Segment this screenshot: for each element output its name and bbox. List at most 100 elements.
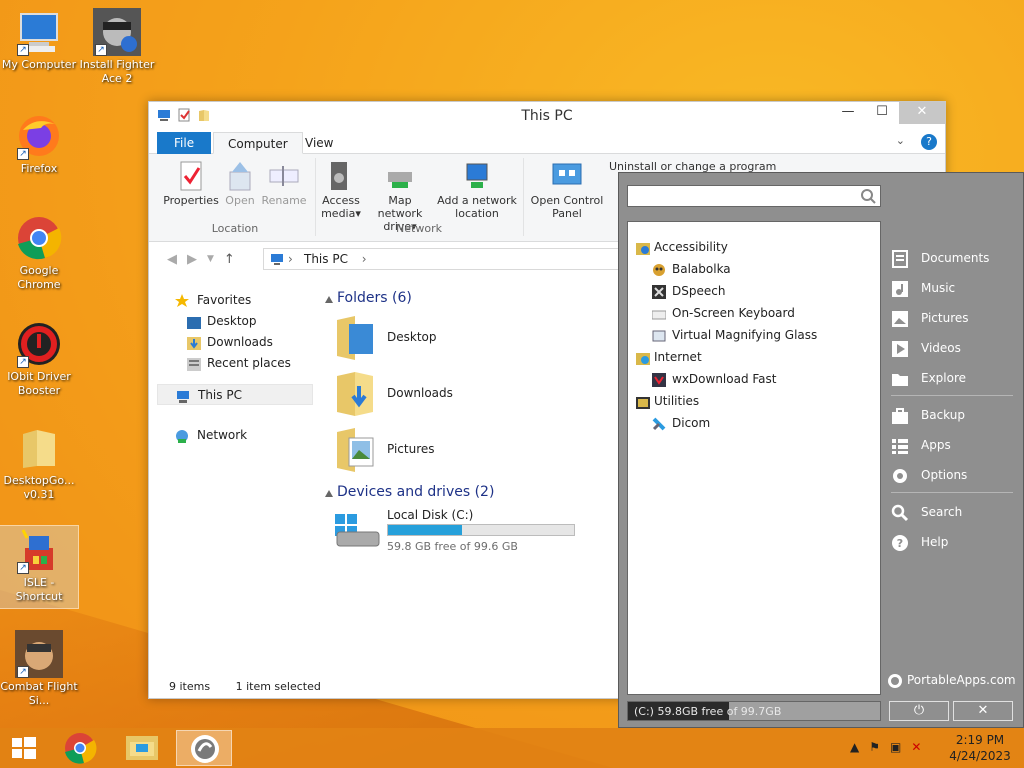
tab-computer[interactable]: Computer <box>213 132 303 154</box>
volume-muted-icon[interactable]: ✕ <box>911 740 921 754</box>
search-icon[interactable] <box>860 188 876 207</box>
folder-item-desktop[interactable]: Desktop <box>319 312 619 368</box>
app-item-dspeech[interactable]: DSpeech <box>628 280 880 302</box>
app-item-virtual-magnifying-glass[interactable]: Virtual Magnifying Glass <box>628 324 880 346</box>
menu-help[interactable]: ? Help <box>887 527 1017 557</box>
chrome-icon <box>15 214 63 262</box>
desktop-icon-combat-flight[interactable]: ↗ Combat Flight Si... <box>0 630 78 708</box>
star-icon <box>175 294 189 307</box>
nav-network[interactable]: Network <box>157 425 313 446</box>
app-search-input[interactable] <box>627 185 881 207</box>
show-hidden-icons[interactable]: ▲ <box>850 740 859 754</box>
up-icon[interactable]: ↑ <box>224 252 235 267</box>
section-header-folders[interactable]: Folders (6) <box>319 290 619 312</box>
nav-favorites[interactable]: Favorites <box>157 290 313 311</box>
folder-icon <box>636 240 650 255</box>
open-button[interactable]: Open <box>221 160 259 207</box>
menu-divider <box>891 492 1013 493</box>
menu-videos[interactable]: Videos <box>887 333 1017 363</box>
menu-options[interactable]: Options <box>887 460 1017 490</box>
portableapps-brand[interactable]: PortableApps.com <box>887 673 1016 688</box>
title-bar[interactable]: This PC — ☐ ✕ <box>149 102 945 130</box>
menu-explore[interactable]: Explore <box>887 363 1017 393</box>
wxdownload-icon <box>652 372 666 387</box>
nav-desktop[interactable]: Desktop <box>157 311 313 332</box>
desktop-icon-label: IObit Driver Booster <box>7 370 71 397</box>
app-item-balabolka[interactable]: Balabolka <box>628 258 880 280</box>
taskbar-portableapps[interactable] <box>176 730 232 766</box>
ribbon-separator <box>315 158 316 236</box>
menu-documents[interactable]: Documents <box>887 243 1017 273</box>
start-button[interactable] <box>0 730 48 766</box>
recent-places-icon <box>187 357 201 371</box>
network-drive-icon <box>384 160 416 192</box>
back-icon[interactable]: ◀ <box>167 252 177 267</box>
folder-icon <box>891 369 909 387</box>
drive-name: Local Disk (C:) <box>387 508 474 522</box>
power-button[interactable]: ⏻ <box>889 701 949 721</box>
menu-backup[interactable]: Backup <box>887 400 1017 430</box>
desktop-icon-isle[interactable]: ↗ ISLE - Shortcut <box>0 525 79 609</box>
desktop-icon-driver-booster[interactable]: ↗ IObit Driver Booster <box>0 320 78 398</box>
desktop-icon-firefox[interactable]: ↗ Firefox <box>0 112 78 176</box>
status-bar: 9 items 1 item selected <box>149 676 619 698</box>
tab-view[interactable]: View <box>291 132 347 154</box>
folder-item-pictures[interactable]: Pictures <box>319 424 619 480</box>
folder-icon <box>126 736 158 760</box>
ribbon-expand-icon[interactable]: ⌄ <box>896 134 905 147</box>
app-item-on-screen-keyboard[interactable]: On-Screen Keyboard <box>628 302 880 324</box>
nav-downloads[interactable]: Downloads <box>157 332 313 353</box>
drive-item-c[interactable]: Local Disk (C:) 59.8 GB free of 99.6 GB <box>319 506 619 556</box>
action-center-icon[interactable]: ⚑ <box>869 740 880 754</box>
taskbar-file-explorer[interactable] <box>114 730 170 766</box>
desktop-icon-fighter-ace[interactable]: ↗ Install Fighter Ace 2 <box>78 8 156 86</box>
driver-booster-icon: ↗ <box>15 320 63 368</box>
properties-button[interactable]: Properties <box>163 160 219 207</box>
app-item-dicom[interactable]: Dicom <box>628 412 880 434</box>
app-item-wxdownload-fast[interactable]: wxDownload Fast <box>628 368 880 390</box>
nav-this-pc[interactable]: This PC <box>157 384 313 405</box>
close-menu-button[interactable]: ✕ <box>953 701 1013 721</box>
category-utilities[interactable]: Utilities <box>628 390 880 412</box>
menu-pictures[interactable]: Pictures <box>887 303 1017 333</box>
address-input[interactable]: › This PC › <box>263 248 623 270</box>
network-tray-icon[interactable]: ▣ <box>890 740 901 754</box>
recent-icon[interactable]: ▼ <box>207 252 214 267</box>
ribbon-tabs: File Computer View ⌄ ? <box>149 130 945 154</box>
pictures-folder-icon <box>335 428 375 472</box>
category-accessibility[interactable]: Accessibility <box>628 236 880 258</box>
desktop-icon-label: ISLE - Shortcut <box>15 576 63 603</box>
drive-usage-fill <box>388 525 463 535</box>
clock[interactable]: 2:19 PM 4/24/2023 <box>940 732 1020 764</box>
open-icon <box>224 160 256 192</box>
portableapps-menu[interactable]: Accessibility Balabolka DSpeech On-Scree… <box>618 172 1024 728</box>
access-media-button[interactable]: Access media▾ <box>319 160 363 220</box>
desktop-icon-my-computer[interactable]: ↗ My Computer <box>0 8 78 72</box>
keyboard-icon <box>651 306 667 320</box>
maximize-button[interactable]: ☐ <box>865 102 899 124</box>
search-icon <box>891 503 909 522</box>
pilot-icon: ↗ <box>15 630 63 678</box>
close-button[interactable]: ✕ <box>899 102 945 124</box>
nav-recent-places[interactable]: Recent places <box>157 353 313 374</box>
forward-icon[interactable]: ▶ <box>187 252 197 267</box>
desktop-icon-chrome[interactable]: Google Chrome <box>0 214 78 292</box>
help-icon[interactable]: ? <box>921 134 937 150</box>
drive-usage-bar <box>387 524 575 536</box>
menu-apps[interactable]: Apps <box>887 430 1017 460</box>
desktop-icon <box>187 315 201 329</box>
folder-item-downloads[interactable]: Downloads <box>319 368 619 424</box>
open-control-panel-button[interactable]: Open Control Panel <box>527 160 607 220</box>
menu-music[interactable]: Music <box>887 273 1017 303</box>
add-network-location-button[interactable]: Add a network location <box>437 160 517 220</box>
tab-file[interactable]: File <box>157 132 212 154</box>
help-icon: ? <box>891 533 909 551</box>
category-internet[interactable]: Internet <box>628 346 880 368</box>
content-pane: Folders (6) Desktop Downloads Pictures D… <box>319 290 619 556</box>
section-header-devices[interactable]: Devices and drives (2) <box>319 484 619 506</box>
desktop-icon-desktopgo[interactable]: DesktopGo... v0.31 <box>0 424 78 502</box>
rename-button[interactable]: Rename <box>261 160 307 207</box>
taskbar-chrome[interactable] <box>52 730 108 766</box>
menu-search[interactable]: Search <box>887 497 1017 527</box>
minimize-button[interactable]: — <box>831 102 865 124</box>
